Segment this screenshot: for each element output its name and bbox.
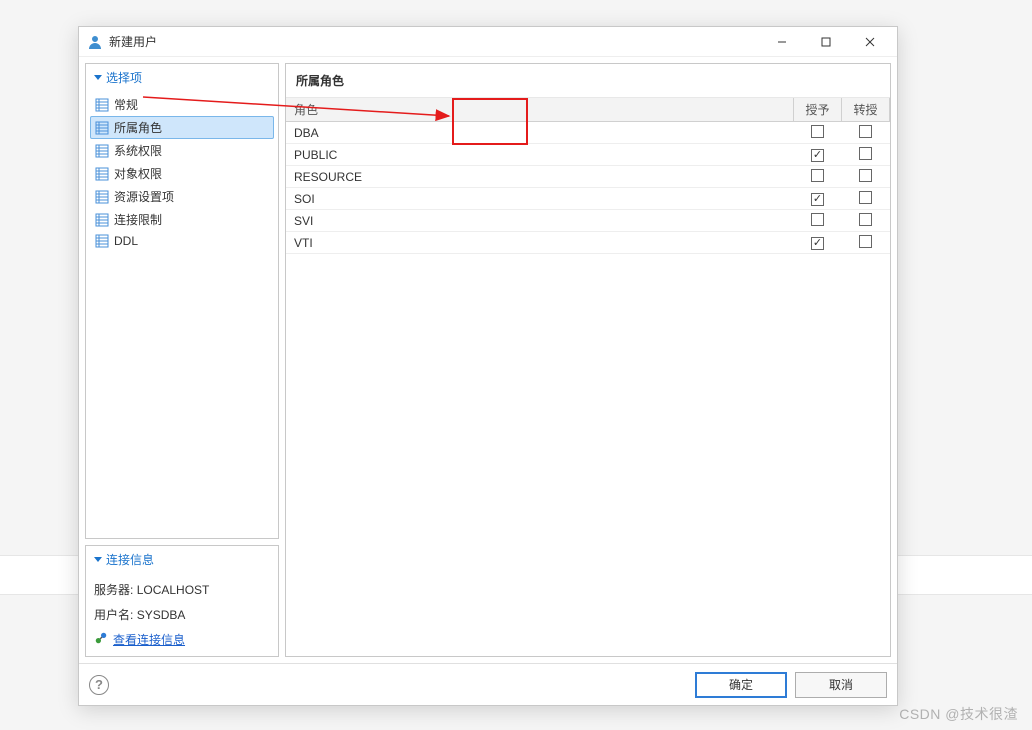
- content-panel: 所属角色 角色 授予 转授 DBAPUBLICRESOURCESOISVIVTI: [285, 63, 891, 657]
- connection-header[interactable]: 连接信息: [86, 546, 278, 573]
- grant-cell: [794, 232, 842, 254]
- nav-item-label: 资源设置项: [114, 188, 174, 205]
- nav-item-label: 常规: [114, 96, 138, 113]
- role-cell: PUBLIC: [286, 144, 794, 166]
- user-label: 用户名:: [94, 608, 133, 622]
- sheet-icon: [95, 98, 109, 112]
- grant-cell: [794, 188, 842, 210]
- view-connection-link[interactable]: 查看连接信息: [113, 631, 185, 648]
- regrant-checkbox[interactable]: [859, 213, 872, 226]
- link-icon: [94, 631, 108, 648]
- nav-item[interactable]: DDL: [90, 231, 274, 251]
- nav-item-label: 系统权限: [114, 142, 162, 159]
- close-button[interactable]: [849, 28, 891, 56]
- role-cell: SOI: [286, 188, 794, 210]
- server-label: 服务器:: [94, 583, 133, 597]
- connection-link-row: 查看连接信息: [94, 627, 270, 648]
- ok-button[interactable]: 确定: [695, 672, 787, 698]
- regrant-checkbox[interactable]: [859, 169, 872, 182]
- table-row[interactable]: DBA: [286, 122, 890, 144]
- table-row[interactable]: RESOURCE: [286, 166, 890, 188]
- triangle-down-icon: [94, 557, 102, 562]
- nav-item-label: 对象权限: [114, 165, 162, 182]
- regrant-cell: [842, 144, 890, 166]
- grant-checkbox[interactable]: [811, 213, 824, 226]
- window-controls: [761, 28, 891, 56]
- grant-checkbox[interactable]: [811, 125, 824, 138]
- maximize-button[interactable]: [805, 28, 847, 56]
- role-cell: RESOURCE: [286, 166, 794, 188]
- table-wrap: 角色 授予 转授 DBAPUBLICRESOURCESOISVIVTI: [286, 98, 890, 656]
- server-value: LOCALHOST: [137, 583, 210, 597]
- nav-item[interactable]: 对象权限: [90, 162, 274, 185]
- sheet-icon: [95, 167, 109, 181]
- sheet-icon: [95, 234, 109, 248]
- regrant-checkbox[interactable]: [859, 191, 872, 204]
- connection-body: 服务器: LOCALHOST 用户名: SYSDBA 查看连接信息: [86, 573, 278, 656]
- cancel-button[interactable]: 取消: [795, 672, 887, 698]
- grant-checkbox[interactable]: [811, 149, 824, 162]
- sheet-icon: [95, 190, 109, 204]
- connection-header-label: 连接信息: [106, 551, 154, 568]
- nav-item-label: DDL: [114, 234, 138, 248]
- nav-item-label: 所属角色: [114, 119, 162, 136]
- sheet-icon: [95, 213, 109, 227]
- nav-item[interactable]: 资源设置项: [90, 185, 274, 208]
- grant-cell: [794, 144, 842, 166]
- grant-cell: [794, 122, 842, 144]
- regrant-cell: [842, 210, 890, 232]
- roles-table: 角色 授予 转授 DBAPUBLICRESOURCESOISVIVTI: [286, 98, 890, 254]
- table-row[interactable]: SVI: [286, 210, 890, 232]
- regrant-checkbox[interactable]: [859, 235, 872, 248]
- window-title: 新建用户: [109, 33, 761, 50]
- nav-list: 常规所属角色系统权限对象权限资源设置项连接限制 DDL: [86, 91, 278, 257]
- user-value: SYSDBA: [137, 608, 186, 622]
- role-cell: DBA: [286, 122, 794, 144]
- nav-header-label: 选择项: [106, 69, 142, 86]
- user-icon: [87, 34, 103, 50]
- minimize-button[interactable]: [761, 28, 803, 56]
- col-grant-header[interactable]: 授予: [794, 98, 842, 122]
- nav-item[interactable]: 所属角色: [90, 116, 274, 139]
- user-row: 用户名: SYSDBA: [94, 602, 270, 627]
- grant-checkbox[interactable]: [811, 237, 824, 250]
- nav-item[interactable]: 系统权限: [90, 139, 274, 162]
- regrant-cell: [842, 188, 890, 210]
- content-title: 所属角色: [286, 64, 890, 98]
- server-row: 服务器: LOCALHOST: [94, 577, 270, 602]
- role-cell: VTI: [286, 232, 794, 254]
- dialog-window: 新建用户 选择项 常规所属角色系统权限对象权限资源设置项连接限制DDL 连接信息: [78, 26, 898, 706]
- table-row[interactable]: PUBLIC: [286, 144, 890, 166]
- regrant-checkbox[interactable]: [859, 125, 872, 138]
- regrant-cell: [842, 122, 890, 144]
- nav-item-label: 连接限制: [114, 211, 162, 228]
- nav-item[interactable]: 连接限制: [90, 208, 274, 231]
- regrant-cell: [842, 232, 890, 254]
- sidebar: 选择项 常规所属角色系统权限对象权限资源设置项连接限制 DDL 连接信息 服务器:…: [85, 63, 279, 657]
- dialog-footer: ? 确定 取消: [79, 663, 897, 705]
- titlebar: 新建用户: [79, 27, 897, 57]
- triangle-down-icon: [94, 75, 102, 80]
- sheet-icon: [95, 121, 109, 135]
- regrant-cell: [842, 166, 890, 188]
- grant-cell: [794, 166, 842, 188]
- col-regrant-header[interactable]: 转授: [842, 98, 890, 122]
- nav-header[interactable]: 选择项: [86, 64, 278, 91]
- grant-checkbox[interactable]: [811, 169, 824, 182]
- help-button[interactable]: ?: [89, 675, 109, 695]
- sheet-icon: [95, 144, 109, 158]
- regrant-checkbox[interactable]: [859, 147, 872, 160]
- watermark: CSDN @技术很渣: [899, 704, 1018, 724]
- table-row[interactable]: VTI: [286, 232, 890, 254]
- nav-item[interactable]: 常规: [90, 93, 274, 116]
- grant-cell: [794, 210, 842, 232]
- table-row[interactable]: SOI: [286, 188, 890, 210]
- nav-box: 选择项 常规所属角色系统权限对象权限资源设置项连接限制 DDL: [85, 63, 279, 539]
- col-role-header[interactable]: 角色: [286, 98, 794, 122]
- dialog-body: 选择项 常规所属角色系统权限对象权限资源设置项连接限制DDL 连接信息 服务器:…: [79, 57, 897, 663]
- grant-checkbox[interactable]: [811, 193, 824, 206]
- role-cell: SVI: [286, 210, 794, 232]
- connection-box: 连接信息 服务器: LOCALHOST 用户名: SYSDBA: [85, 545, 279, 657]
